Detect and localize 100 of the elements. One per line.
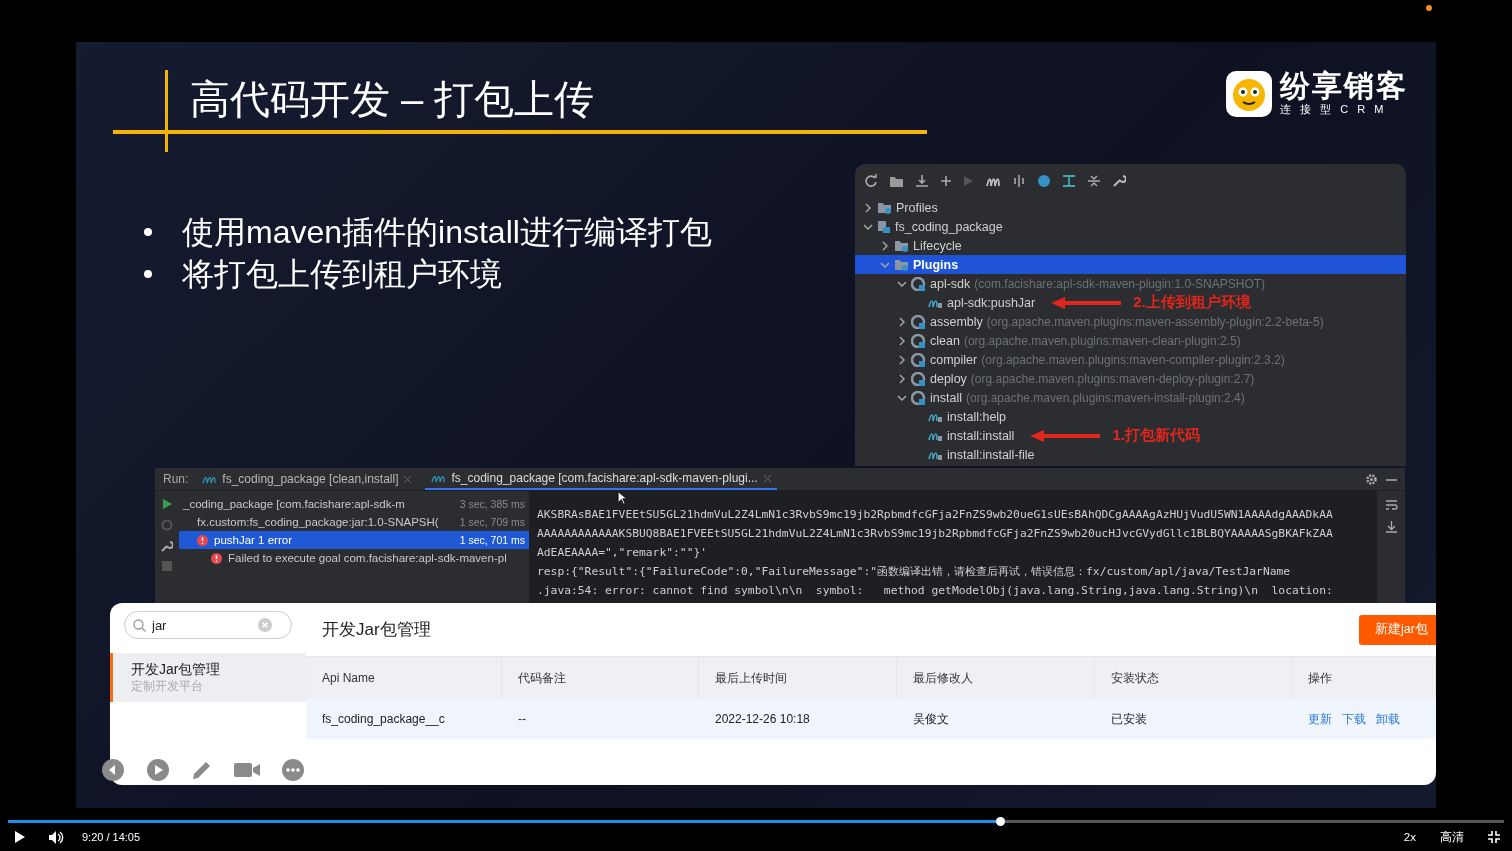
tree-item[interactable]: Lifecycle <box>855 236 1406 255</box>
plus-icon[interactable] <box>940 175 952 187</box>
menu-item-title: 开发Jar包管理 <box>131 661 222 679</box>
column-header: 最后上传时间 <box>699 657 897 699</box>
execute-goal-icon[interactable] <box>985 175 1001 187</box>
table-cell-text: -- <box>517 711 527 728</box>
chevron-icon[interactable] <box>863 202 873 213</box>
run-tree-item[interactable]: fx.custom:fs_coding_package:jar:1.0-SNAPSH( 1 sec, 709 ms <box>179 513 529 531</box>
plugin-coordinates: (org.apache.maven.plugins:maven-clean-plugin:2.5) <box>963 333 1241 348</box>
console-line: AdEAEAAAA=","remark":""}' <box>537 545 709 561</box>
tree-item[interactable]: assembly (org.apache.maven.plugins:maven-assembly-plugin:2.2-beta-5) <box>855 312 1406 331</box>
tree-item[interactable]: Profiles <box>855 198 1406 217</box>
slide-title: 高代码开发 – 打包上传 <box>190 76 595 123</box>
progress-track[interactable] <box>8 820 1504 823</box>
tree-item[interactable]: install:help <box>855 407 1406 426</box>
page-heading: 开发Jar包管理 <box>322 619 431 641</box>
back-icon[interactable] <box>101 758 125 782</box>
duration-text: 3 sec, 385 ms <box>458 498 525 510</box>
console-line: AKSBRAsBAE1FVEEtSU5GL21hdmVuL2Z4LmN1c3RvbS9mc19jb2RpbmdfcGFja2FnZS9wb20ueG1sUEsBAhQDCgAAAAgAzHUjVudU5WN1AAAAdgAAADkAA <box>537 507 1334 523</box>
playback-time: 9:20 / 14:05 <box>82 831 141 843</box>
brand-name: 纷享销客 <box>1280 70 1408 102</box>
plugin-coordinates: (org.apache.maven.plugins:maven-assembly-plugin:2.2-beta-5) <box>986 314 1324 329</box>
table-cell-text: 吴俊文 <box>912 711 950 728</box>
volume-icon[interactable] <box>49 830 64 844</box>
refresh-icon[interactable] <box>864 174 878 188</box>
speed-button[interactable]: 2x <box>1403 831 1416 843</box>
search-icon <box>133 618 146 632</box>
more-icon[interactable] <box>281 758 305 782</box>
wrench-icon[interactable] <box>1112 174 1126 188</box>
column-header: 操作 <box>1292 657 1436 699</box>
plugin-coordinates: (org.apache.maven.plugins:maven-deploy-plugin:2.7) <box>970 371 1255 386</box>
tree-item[interactable]: install:install 1.打包新代码 <box>855 426 1406 445</box>
menu-item[interactable]: 开发Jar包管理 定制开发平台 <box>110 653 306 702</box>
scroll-to-end-icon[interactable] <box>1384 520 1398 533</box>
tree-item[interactable]: fs_coding_package <box>855 217 1406 236</box>
chevron-icon[interactable] <box>897 354 907 365</box>
run-tab[interactable]: fs_coding_package [clean,install] <box>196 468 418 490</box>
column-header: 最后修改人 <box>897 657 1095 699</box>
plugin-icon <box>911 390 926 405</box>
pencil-icon[interactable] <box>191 759 213 781</box>
plugin-icon <box>911 333 926 348</box>
table-cell-text: 2022-12-26 10:18 <box>714 711 811 728</box>
column-header: 代码备注 <box>502 657 699 699</box>
run-tree-item[interactable]: pushJar 1 error 1 sec, 701 ms <box>179 531 529 549</box>
tree-item[interactable]: compiler (org.apache.maven.plugins:maven-compiler-plugin:2.3.2) <box>855 350 1406 369</box>
notification-dot <box>1426 5 1432 11</box>
annotation-text: 2.上传到租户环境 <box>1133 293 1251 312</box>
soft-wrap-icon[interactable] <box>1384 499 1398 512</box>
bullet-text: 使用maven插件的install进行编译打包 <box>182 213 712 252</box>
search-input[interactable]: jar <box>152 617 252 633</box>
mouse-cursor-icon <box>617 491 627 505</box>
run-tree-item[interactable]: Failed to execute goal com.facishare:apl-sdk-maven-pl <box>179 549 529 567</box>
toggle-icon[interactable] <box>1012 174 1026 188</box>
chevron-icon[interactable] <box>880 240 890 251</box>
tree-item[interactable]: apl-sdk (com.facishare:apl-sdk-maven-plugin:1.0-SNAPSHOT) <box>855 274 1406 293</box>
brand-tagline: 连 接 型 C R M <box>1280 102 1388 117</box>
close-icon[interactable] <box>763 474 771 482</box>
table-cell-text: fs_coding_package__c <box>321 711 446 728</box>
run-tree-item[interactable]: _coding_package [com.facishare:apl-sdk-m 3 sec, 385 ms <box>179 495 529 513</box>
exit-fullscreen-icon[interactable] <box>1488 831 1500 843</box>
wrench-icon[interactable] <box>161 540 173 552</box>
dependencies-icon[interactable] <box>1062 174 1076 188</box>
bullet-dot-icon <box>144 270 152 278</box>
plugin-coordinates: (com.facishare:apl-sdk-maven-plugin:1.0-SNAPSHOT) <box>974 276 1266 291</box>
annotation-arrow <box>1030 429 1101 442</box>
tree-item[interactable]: clean (org.apache.maven.plugins:maven-clean-plugin:2.5) <box>855 331 1406 350</box>
tree-item[interactable]: install:install-file <box>855 445 1406 464</box>
bullet-dot-icon <box>144 228 152 236</box>
mascot-logo-icon <box>1226 70 1272 117</box>
plugin-icon <box>911 314 926 329</box>
tree-item[interactable]: Plugins <box>855 255 1406 274</box>
chevron-icon[interactable] <box>897 316 907 327</box>
tree-item[interactable]: install (org.apache.maven.plugins:maven-install-plugin:2.4) <box>855 388 1406 407</box>
tree-item[interactable]: deploy (org.apache.maven.plugins:maven-deploy-plugin:2.7) <box>855 369 1406 388</box>
download-icon[interactable] <box>915 174 929 188</box>
folder-icon <box>894 239 909 252</box>
action-link[interactable]: 下载 <box>1342 699 1366 739</box>
progress-thumb[interactable] <box>995 817 1005 826</box>
chevron-icon[interactable] <box>897 335 907 346</box>
video-camera-icon[interactable] <box>234 761 260 779</box>
circle-icon[interactable] <box>1037 174 1051 188</box>
module-icon <box>877 219 891 234</box>
menu-item-subtitle: 定制开发平台 <box>131 679 204 694</box>
collapse-icon[interactable] <box>1087 174 1101 188</box>
folder-icon[interactable] <box>889 174 904 188</box>
action-link[interactable]: 更新 <box>1308 699 1332 739</box>
quality-button[interactable]: 高清 <box>1440 829 1464 845</box>
table-cell-text: 已安装 <box>1110 711 1148 728</box>
chevron-icon[interactable] <box>897 373 907 384</box>
close-icon[interactable] <box>404 475 412 483</box>
action-link[interactable]: 卸载 <box>1376 699 1400 739</box>
maven-icon <box>202 474 217 484</box>
column-header: 安装状态 <box>1095 657 1292 699</box>
maven-icon <box>431 473 446 483</box>
tree-item[interactable]: apl-sdk:pushJar 2.上传到租户环境 <box>855 293 1406 312</box>
settings-icon[interactable] <box>1365 472 1378 486</box>
build-step-label: pushJar 1 error <box>214 534 292 546</box>
play-icon[interactable] <box>14 831 25 843</box>
console-line: .java:54: error: cannot find symbol\n\n symbol: method getModelObj(java.lang.String,java.lang.String)\n location: <box>537 583 1334 599</box>
console-line: AAAAAAAAAAAAKSBUQ8BAE1FVEEtSU5GL21hdmVuL2Z4LmN1c3RvbS9mc19jb2RpbmdfcGFja2FnZS9wb20ucHJvcGVydGllc1BLBQYAAAAASgBKAFkZAA <box>537 526 1334 542</box>
